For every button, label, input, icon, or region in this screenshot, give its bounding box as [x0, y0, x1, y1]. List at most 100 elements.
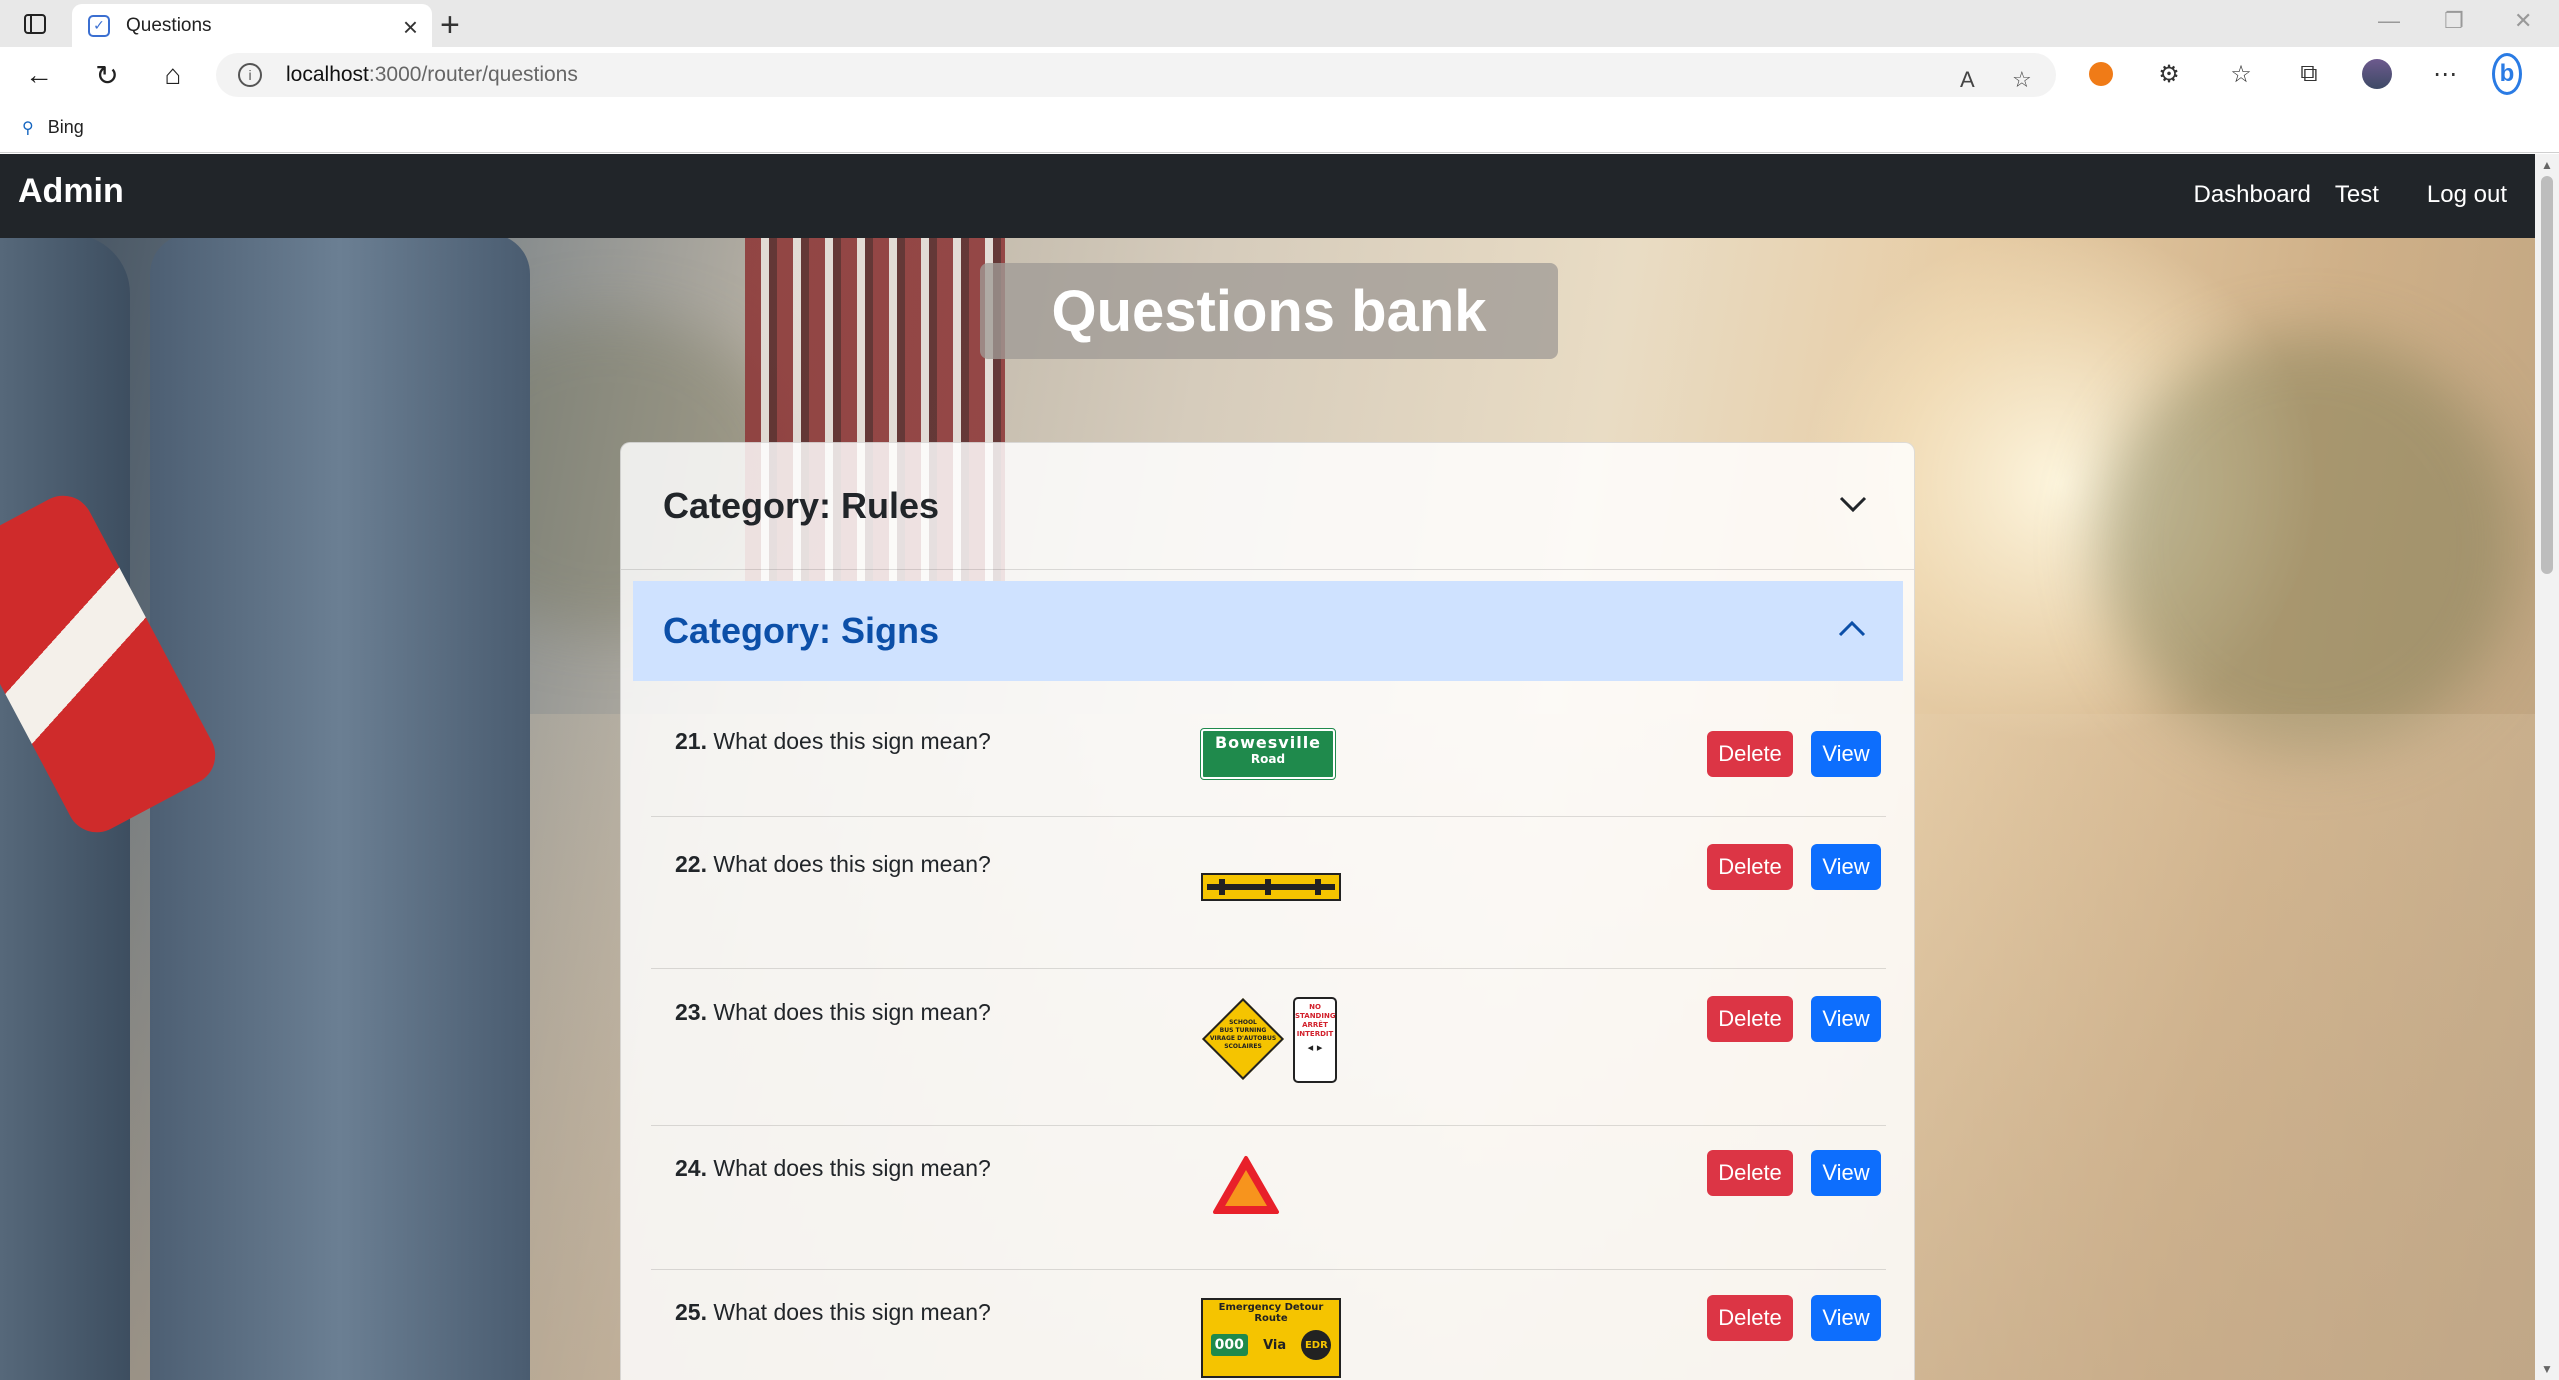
- question-row: 23. What does this sign mean? SCHOOL BUS…: [651, 969, 1886, 1126]
- question-number: 22.: [675, 851, 707, 877]
- question-row: 25. What does this sign mean? Emergency …: [651, 1270, 1886, 1380]
- navbar-links: Dashboard Test Log out: [2193, 181, 2535, 209]
- page-title: Questions bank: [1051, 278, 1487, 344]
- view-button[interactable]: View: [1811, 844, 1881, 890]
- question-label: What does this sign mean?: [713, 1299, 991, 1325]
- refresh-icon[interactable]: ↻: [90, 58, 124, 92]
- collections-icon[interactable]: ⧉: [2294, 59, 2324, 89]
- accordion-item-signs[interactable]: Category: Signs: [633, 581, 1903, 681]
- no-standing-sign-image: NO STANDING ARRÊT INTERDIT ◂ ▸: [1293, 997, 1337, 1083]
- sign-text: Via: [1263, 1337, 1287, 1353]
- sign-text: Bowesville: [1214, 733, 1322, 752]
- question-row: 24. What does this sign mean? Delete Vie…: [651, 1126, 1886, 1270]
- extension-orange-icon[interactable]: [2086, 59, 2116, 89]
- question-number: 25.: [675, 1299, 707, 1325]
- question-row: 21. What does this sign mean? Bowesville…: [651, 708, 1886, 817]
- window-close-icon[interactable]: ✕: [2514, 8, 2532, 34]
- question-text: 23. What does this sign mean?: [675, 999, 991, 1026]
- delete-button[interactable]: Delete: [1707, 996, 1793, 1042]
- delete-button[interactable]: Delete: [1707, 1150, 1793, 1196]
- accordion-item-rules[interactable]: Category: Rules: [621, 443, 1914, 570]
- question-label: What does this sign mean?: [713, 851, 991, 877]
- question-text: 21. What does this sign mean?: [675, 728, 991, 755]
- background-tree: [2100, 334, 2520, 754]
- browser-tab[interactable]: ✓ Questions ×: [72, 4, 432, 47]
- page-viewport: Admin Dashboard Test Log out Questions b…: [0, 154, 2535, 1380]
- sign-text: NO: [1309, 1003, 1321, 1011]
- delete-button[interactable]: Delete: [1707, 844, 1793, 890]
- arrows-icon: ◂ ▸: [1307, 1041, 1323, 1054]
- question-label: What does this sign mean?: [713, 1155, 991, 1181]
- nav-link-test[interactable]: Test: [2335, 181, 2379, 209]
- favorite-bing-label: Bing: [47, 117, 84, 137]
- delete-button[interactable]: Delete: [1707, 1295, 1793, 1341]
- emergency-detour-sign-image: Emergency Detour Route 000 Via EDR: [1201, 1298, 1341, 1378]
- question-text: 24. What does this sign mean?: [675, 1155, 991, 1182]
- question-text: 25. What does this sign mean?: [675, 1299, 991, 1326]
- tab-favicon-icon: ✓: [88, 14, 110, 37]
- sign-text: Emergency Detour Route: [1218, 1302, 1324, 1324]
- browser-tab-strip: ✓ Questions × + — ❐ ✕: [0, 0, 2559, 47]
- favorites-icon[interactable]: ☆: [2226, 59, 2256, 89]
- question-label: What does this sign mean?: [713, 999, 991, 1025]
- green-street-sign-image: Bowesville Road: [1200, 728, 1336, 780]
- minimize-icon[interactable]: —: [2378, 8, 2400, 34]
- sign-text: BUS TURNING: [1219, 1027, 1267, 1034]
- profile-avatar-icon[interactable]: [2362, 59, 2392, 89]
- tab-title: Questions: [126, 14, 212, 36]
- sign-text: EDR: [1301, 1330, 1332, 1360]
- delete-button[interactable]: Delete: [1707, 731, 1793, 777]
- sign-text: ARRÊT: [1302, 1021, 1328, 1029]
- sign-text: INTERDIT: [1296, 1030, 1334, 1038]
- question-label: What does this sign mean?: [713, 728, 991, 754]
- chevron-up-icon: [1837, 620, 1867, 643]
- sign-text: 000: [1210, 1334, 1248, 1356]
- favorite-add-icon[interactable]: ☆: [2012, 67, 2032, 93]
- navbar-brand[interactable]: Admin: [18, 172, 124, 211]
- question-text: 22. What does this sign mean?: [675, 851, 991, 878]
- background-person-leg: [150, 234, 530, 1380]
- school-bus-sign-image: SCHOOL BUS TURNING VIRAGE D'AUTOBUS SCOL…: [1201, 997, 1285, 1081]
- view-button[interactable]: View: [1811, 1295, 1881, 1341]
- vertical-scrollbar[interactable]: ▲ ▼: [2535, 154, 2559, 1380]
- back-icon[interactable]: ←: [22, 58, 56, 92]
- category-title: Category: Signs: [663, 610, 940, 651]
- favorite-bing[interactable]: ⚲ Bing: [22, 117, 84, 138]
- bing-search-icon: ⚲: [22, 119, 34, 137]
- category-title: Category: Rules: [663, 485, 940, 526]
- url-text: localhost:3000/router/questions: [286, 63, 578, 87]
- scroll-down-icon[interactable]: ▼: [2541, 1362, 2553, 1376]
- extensions-icon[interactable]: ⚙: [2154, 59, 2184, 89]
- page-title-box: Questions bank: [980, 263, 1558, 359]
- scroll-up-icon[interactable]: ▲: [2541, 158, 2553, 172]
- restore-icon[interactable]: ❐: [2444, 8, 2464, 34]
- yellow-bar-sign-image: [1201, 873, 1341, 906]
- address-toolbar: ← ↻ ⌂ i localhost:3000/router/questions …: [0, 47, 2559, 103]
- question-number: 23.: [675, 999, 707, 1025]
- view-button[interactable]: View: [1811, 1150, 1881, 1196]
- more-menu-icon[interactable]: ⋯: [2430, 59, 2460, 89]
- site-info-icon[interactable]: i: [238, 63, 262, 87]
- sign-text: SCOLAIRES: [1224, 1043, 1262, 1050]
- scrollbar-thumb[interactable]: [2541, 176, 2553, 574]
- sign-text: SCHOOL: [1229, 1019, 1257, 1026]
- question-number: 24.: [675, 1155, 707, 1181]
- view-button[interactable]: View: [1811, 996, 1881, 1042]
- tab-actions-icon[interactable]: [18, 10, 52, 38]
- sign-text: VIRAGE D'AUTOBUS: [1209, 1035, 1277, 1042]
- read-aloud-icon[interactable]: A: [1960, 67, 1975, 93]
- close-tab-icon[interactable]: ×: [403, 12, 418, 43]
- home-icon[interactable]: ⌂: [156, 58, 190, 92]
- favorites-bar: ⚲ Bing: [0, 103, 2559, 153]
- new-tab-icon[interactable]: +: [440, 6, 460, 45]
- sign-text: STANDING: [1295, 1012, 1336, 1020]
- view-button[interactable]: View: [1811, 731, 1881, 777]
- question-number: 21.: [675, 728, 707, 754]
- admin-navbar: Admin Dashboard Test Log out: [0, 154, 2535, 238]
- nav-link-dashboard[interactable]: Dashboard: [2193, 181, 2310, 209]
- bing-chat-icon[interactable]: b: [2492, 53, 2522, 95]
- nav-link-logout[interactable]: Log out: [2427, 181, 2507, 209]
- categories-accordion: Category: Rules Category: Signs 21. What…: [620, 442, 1915, 1380]
- address-bar[interactable]: i localhost:3000/router/questions A ☆: [216, 53, 2056, 97]
- slow-moving-vehicle-sign-image: [1211, 1154, 1281, 1221]
